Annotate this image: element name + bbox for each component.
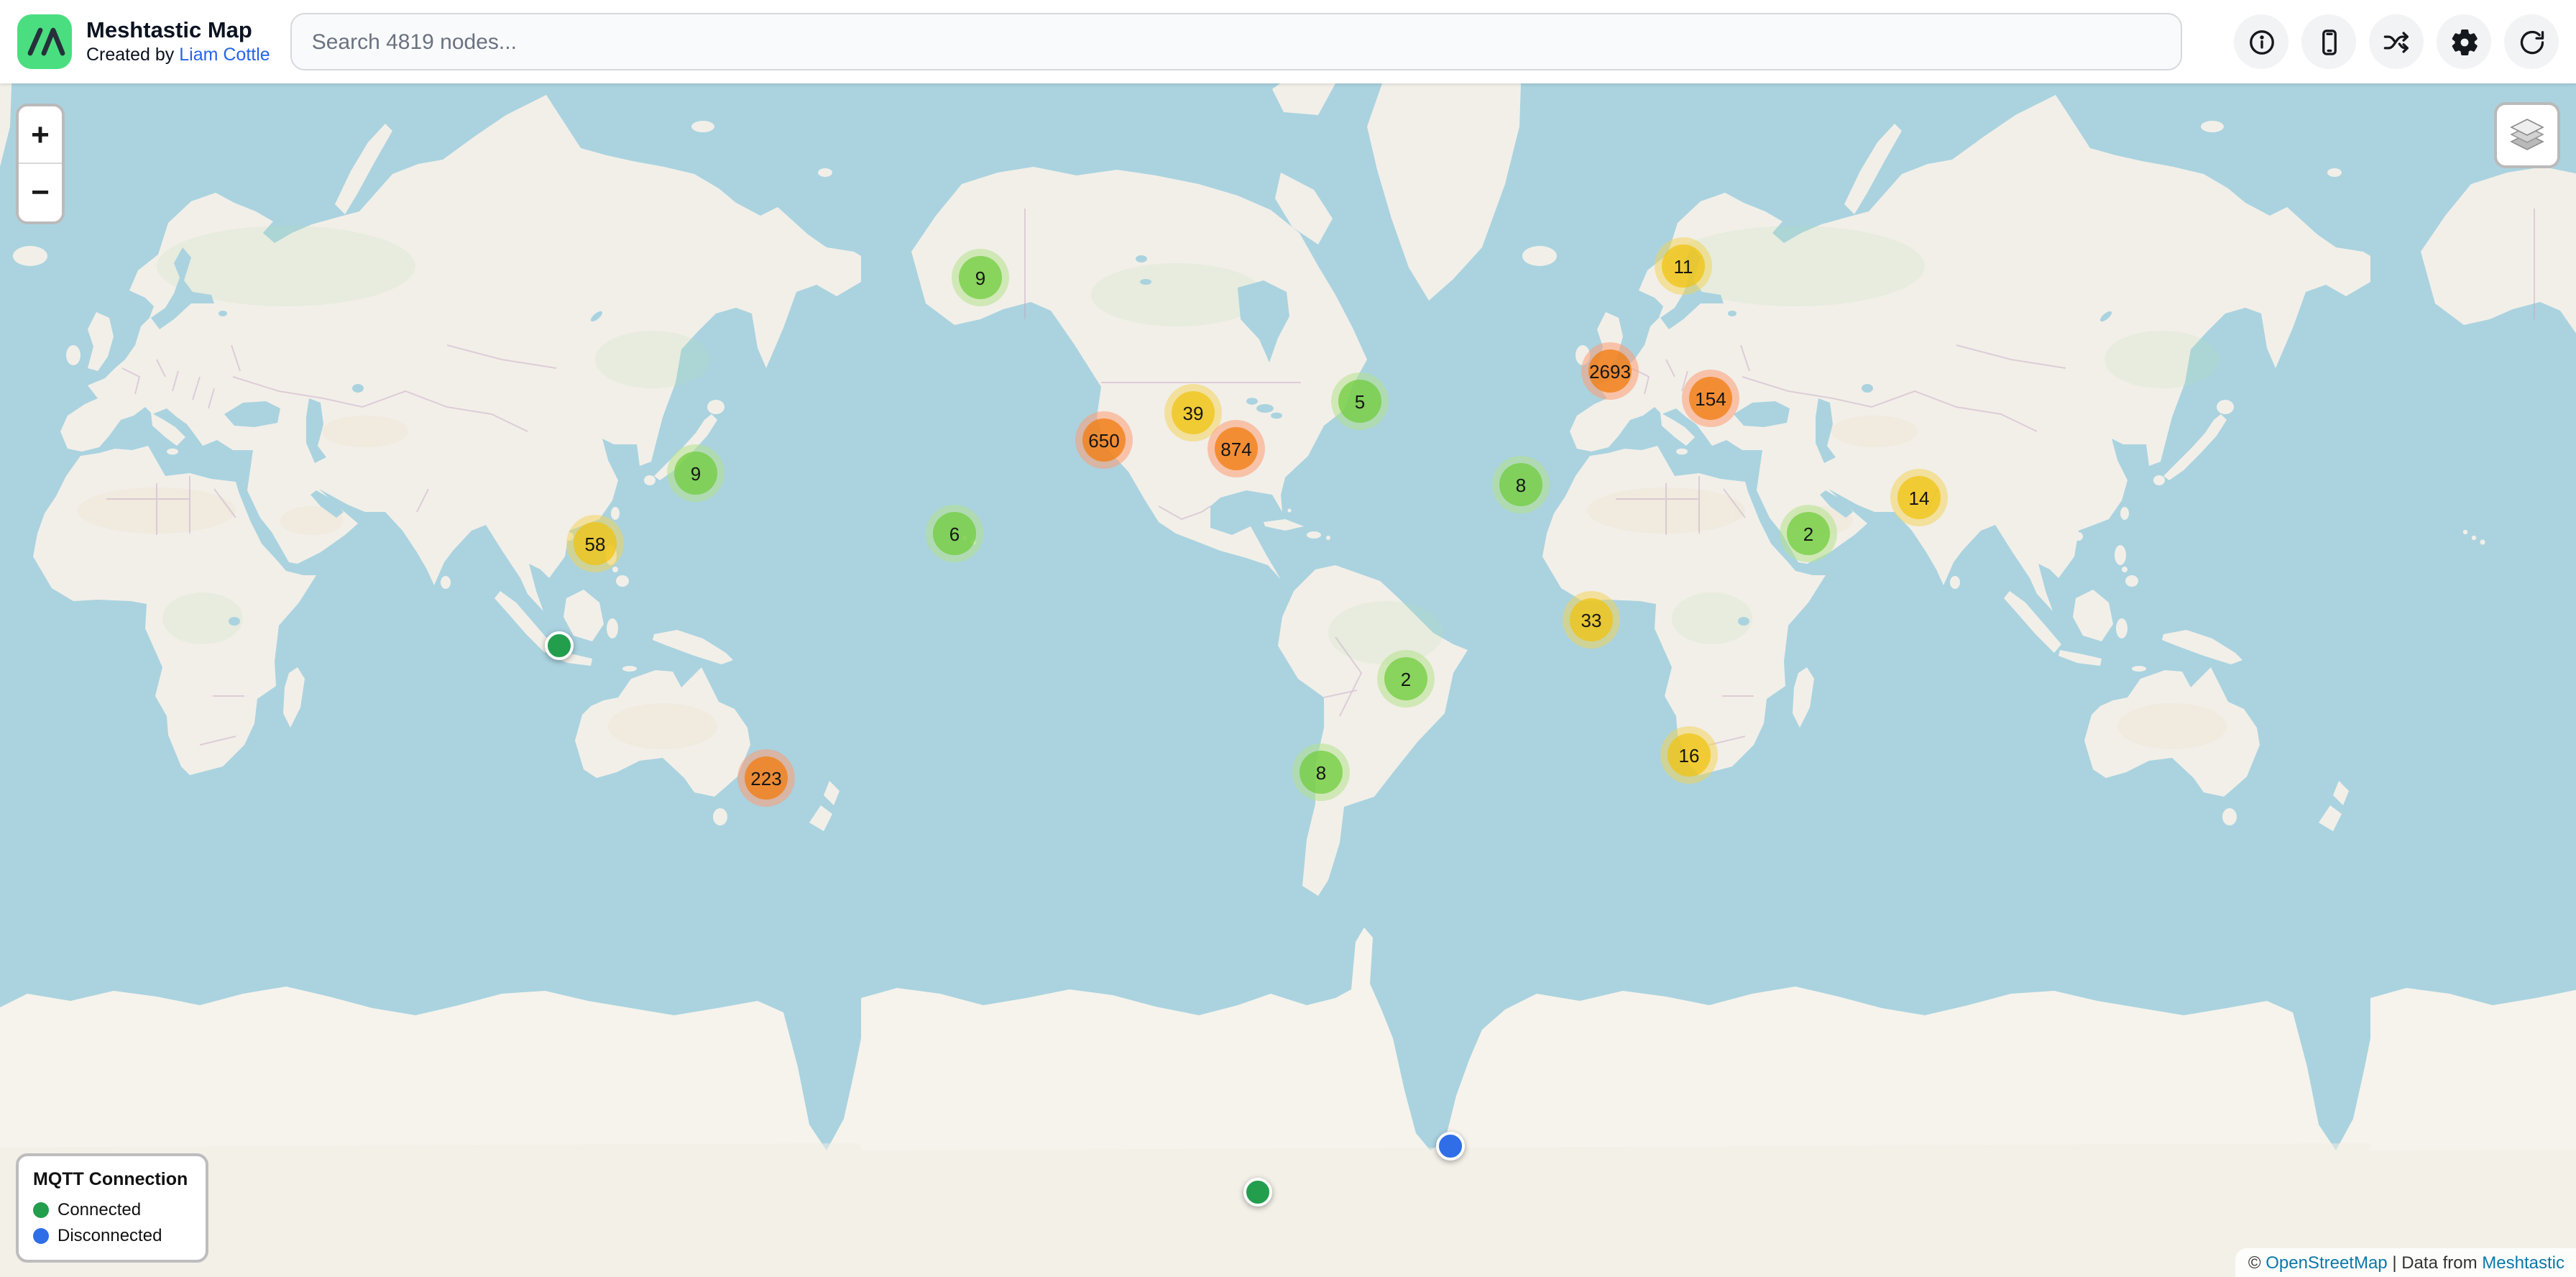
node-marker-connected[interactable] bbox=[1243, 1178, 1272, 1207]
marker-cluster[interactable]: 154 bbox=[1682, 370, 1739, 427]
byline-prefix: Created by bbox=[86, 44, 179, 64]
marker-cluster[interactable]: 2693 bbox=[1581, 342, 1639, 400]
mobile-app-button[interactable] bbox=[2301, 14, 2356, 69]
cluster-count: 874 bbox=[1220, 438, 1251, 459]
refresh-icon bbox=[2516, 27, 2547, 57]
marker-cluster[interactable]: 9 bbox=[667, 444, 724, 502]
copyright-symbol: © bbox=[2248, 1253, 2266, 1273]
marker-cluster[interactable]: 2 bbox=[1780, 505, 1837, 562]
cluster-count: 11 bbox=[1674, 255, 1693, 277]
cluster-count: 14 bbox=[1909, 487, 1930, 508]
cluster-count: 8 bbox=[1316, 761, 1326, 783]
mobile-phone-icon bbox=[2314, 27, 2344, 57]
marker-cluster[interactable]: 8 bbox=[1292, 743, 1350, 801]
random-node-button[interactable] bbox=[2369, 14, 2424, 69]
marker-cluster[interactable]: 6 bbox=[926, 505, 983, 562]
marker-cluster[interactable]: 223 bbox=[737, 749, 795, 807]
node-marker-disconnected[interactable] bbox=[1436, 1132, 1465, 1161]
marker-cluster[interactable]: 33 bbox=[1563, 591, 1620, 649]
marker-cluster[interactable]: 874 bbox=[1208, 420, 1265, 477]
cluster-count: 58 bbox=[585, 533, 606, 554]
world-map[interactable]: + − 9 39 650 874 5 2693 11 154 8 2 14 9 58 6 33 2 8 16 223… bbox=[0, 0, 2576, 1277]
refresh-button[interactable] bbox=[2504, 14, 2559, 69]
cluster-count: 6 bbox=[949, 523, 960, 544]
zoom-control: + − bbox=[16, 104, 65, 224]
search-wrap bbox=[290, 13, 2182, 70]
info-icon bbox=[2246, 27, 2276, 57]
cluster-count: 33 bbox=[1581, 609, 1602, 631]
legend-dot bbox=[33, 1227, 49, 1243]
info-button[interactable] bbox=[2234, 14, 2288, 69]
marker-cluster[interactable]: 9 bbox=[952, 249, 1009, 306]
legend-dot bbox=[33, 1202, 49, 1217]
cluster-count: 2693 bbox=[1589, 360, 1631, 382]
legend-title: MQTT Connection bbox=[33, 1169, 188, 1189]
marker-cluster[interactable]: 2 bbox=[1377, 650, 1435, 708]
search-input[interactable] bbox=[290, 13, 2182, 70]
map-tiles bbox=[0, 0, 2576, 1277]
map-attribution: © OpenStreetMap | Data from Meshtastic bbox=[2235, 1248, 2576, 1277]
attribution-separator: | Data from bbox=[2388, 1253, 2483, 1273]
node-marker-connected[interactable] bbox=[545, 631, 574, 660]
cluster-count: 9 bbox=[691, 462, 701, 484]
marker-cluster[interactable]: 14 bbox=[1890, 469, 1948, 526]
cluster-count: 9 bbox=[975, 267, 985, 288]
mqtt-legend: MQTT Connection Connected Disconnected bbox=[16, 1153, 208, 1263]
gear-icon bbox=[2449, 27, 2479, 57]
byline: Created by Liam Cottle bbox=[86, 44, 270, 65]
header-buttons bbox=[2234, 14, 2559, 69]
cluster-count: 39 bbox=[1183, 402, 1204, 424]
cluster-count: 16 bbox=[1679, 744, 1700, 766]
legend-item: Disconnected bbox=[33, 1225, 188, 1245]
cluster-count: 2 bbox=[1803, 523, 1813, 544]
marker-cluster[interactable]: 58 bbox=[566, 515, 624, 572]
shuffle-icon bbox=[2381, 27, 2411, 57]
layers-icon bbox=[2506, 114, 2549, 157]
zoom-out-button[interactable]: − bbox=[19, 164, 62, 221]
legend-label: Connected bbox=[58, 1199, 141, 1219]
top-bar: Meshtastic Map Created by Liam Cottle bbox=[0, 0, 2576, 83]
cluster-count: 5 bbox=[1355, 390, 1365, 412]
cluster-count: 154 bbox=[1695, 388, 1726, 409]
marker-cluster[interactable]: 16 bbox=[1660, 726, 1718, 784]
marker-cluster[interactable]: 5 bbox=[1331, 372, 1389, 430]
meshtastic-link[interactable]: Meshtastic bbox=[2482, 1253, 2564, 1273]
marker-cluster[interactable]: 650 bbox=[1075, 411, 1133, 469]
openstreetmap-link[interactable]: OpenStreetMap bbox=[2266, 1253, 2387, 1273]
legend-rows: Connected Disconnected bbox=[33, 1199, 188, 1245]
cluster-count: 2 bbox=[1401, 668, 1411, 690]
marker-cluster[interactable]: 11 bbox=[1655, 237, 1712, 295]
page-title: Meshtastic Map bbox=[86, 19, 270, 45]
title-block: Meshtastic Map Created by Liam Cottle bbox=[86, 19, 270, 65]
meshtastic-logo bbox=[17, 14, 72, 69]
app: + − 9 39 650 874 5 2693 11 154 8 2 14 9 58 6 33 2 8 16 223… bbox=[0, 0, 2576, 1277]
legend-label: Disconnected bbox=[58, 1225, 162, 1245]
cluster-count: 8 bbox=[1516, 474, 1526, 495]
legend-item: Connected bbox=[33, 1199, 188, 1219]
settings-button[interactable] bbox=[2437, 14, 2491, 69]
author-link[interactable]: Liam Cottle bbox=[179, 44, 270, 64]
cluster-count: 650 bbox=[1088, 429, 1119, 451]
zoom-in-button[interactable]: + bbox=[19, 106, 62, 164]
cluster-count: 223 bbox=[750, 767, 781, 789]
marker-cluster[interactable]: 8 bbox=[1492, 456, 1550, 513]
layers-control[interactable] bbox=[2494, 102, 2560, 168]
meshtastic-logo-icon bbox=[17, 14, 72, 69]
